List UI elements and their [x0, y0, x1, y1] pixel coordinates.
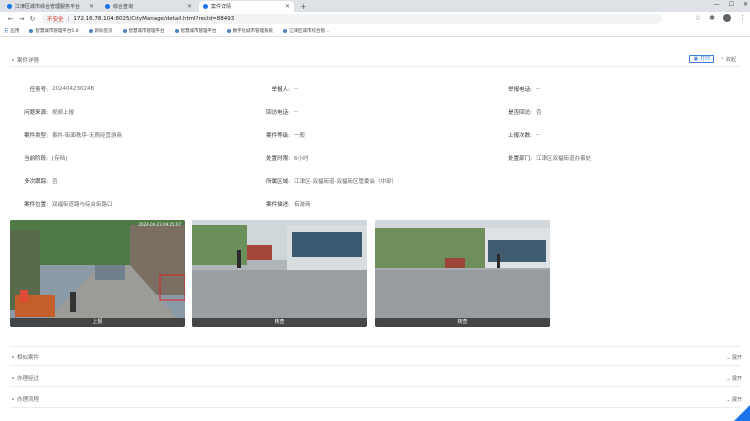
bookmark-favicon-icon [29, 29, 34, 33]
bullet-icon [12, 398, 14, 400]
bookmark-favicon-icon [174, 29, 179, 33]
photo-verify-1[interactable]: 核查 [192, 220, 367, 327]
security-warning[interactable]: 不安全 [47, 15, 64, 23]
street-photo-image [10, 220, 185, 327]
field-is-callback: 是否回访: 否 [508, 110, 542, 116]
bookmark-favicon-icon [122, 29, 127, 33]
expand-button[interactable]: ⌄ 展开 [726, 375, 742, 382]
field-report-count: 上报次数: -- [508, 132, 540, 139]
reload-icon[interactable]: ↻ [27, 15, 38, 23]
bookmarks-bar: ⠿ 应用 智慧城市管理平台5.6 新标签页 智慧城市管理平台 智慧城市管理平台 数… [0, 26, 750, 37]
star-icon[interactable]: ☆ [695, 14, 701, 22]
divider [10, 346, 740, 347]
extensions-icon[interactable]: ✱ [709, 14, 715, 22]
bullet-icon [12, 59, 14, 61]
tab-favicon-icon [7, 4, 12, 9]
bookmark-item[interactable]: 智慧城市管理平台5.6 [29, 28, 79, 34]
detail-actions: ▣ 打印 ⌃ 收起 [689, 55, 736, 63]
new-tab-button[interactable]: + [300, 1, 307, 12]
bookmark-item[interactable]: 新标签页 [88, 28, 113, 34]
tab-favicon-icon [105, 4, 110, 9]
bookmark-favicon-icon [283, 29, 288, 33]
bookmark-favicon-icon [226, 29, 231, 33]
print-button[interactable]: ▣ 打印 [689, 55, 715, 63]
close-icon[interactable]: ✕ [285, 3, 290, 10]
photo-timestamp: 2024-04-23 09:25:07 [138, 222, 181, 227]
browser-actions: ☆ ✱ ⋮ [695, 14, 746, 22]
expand-button[interactable]: ⌄ 展开 [726, 396, 742, 403]
chevron-up-icon: ⌃ [720, 56, 725, 63]
section-handling-process[interactable]: 办理经过 ⌄ 展开 [12, 374, 742, 382]
apps-grid-icon: ⠿ [4, 27, 9, 35]
bullet-icon [12, 356, 14, 358]
field-desc: 案件描述: 有游商 [266, 202, 311, 208]
close-window-icon[interactable]: ✕ [743, 0, 748, 10]
close-icon[interactable]: ✕ [89, 3, 94, 10]
field-reporter: 举报人: -- [271, 86, 298, 93]
section-similar-cases[interactable]: 相似案件 ⌄ 展开 [12, 353, 742, 361]
field-case-type: 案件类型: 事件-街面秩序-无照经营游商 [24, 133, 122, 139]
section-case-detail-header: 案件详情 [12, 56, 39, 64]
photo-caption: 核查 [375, 318, 550, 327]
bookmark-apps[interactable]: ⠿ 应用 [4, 28, 19, 35]
field-source: 问题来源: 视频上报 [24, 110, 75, 116]
tab-favicon-icon [203, 4, 208, 9]
photo-verify-2[interactable]: 核查 [375, 220, 550, 327]
collapse-button[interactable]: ⌃ 收起 [720, 56, 736, 63]
url-input[interactable]: 不安全 | 172.16.78.104:8025/CityManage/deta… [42, 14, 662, 24]
corner-widget-icon[interactable] [734, 405, 750, 421]
tab-title: 江津区城市综合管理服务平台 [15, 4, 81, 10]
bookmark-favicon-icon [88, 29, 93, 33]
divider [10, 386, 740, 387]
profile-avatar-icon[interactable] [723, 14, 731, 22]
browser-tab-query[interactable]: 综合查询 ✕ [101, 1, 196, 12]
field-report-phone: 举报电话: -- [508, 86, 540, 93]
bookmark-item[interactable]: 智慧城市管理平台 [174, 28, 217, 34]
chevron-down-icon: ⌄ [726, 354, 731, 361]
chevron-down-icon: ⌄ [726, 396, 731, 403]
bullet-icon [12, 377, 14, 379]
field-callback-phone: 回访电话: -- [266, 109, 298, 116]
back-icon[interactable]: ← [5, 15, 16, 23]
field-multi-track: 多次跟踪: 否 [24, 179, 58, 185]
minimize-icon[interactable]: — [714, 0, 720, 10]
field-dept: 处置部门: 江津区双福街道办事处 [508, 156, 592, 162]
field-area: 所属区域: 江津区-双福街道-双福街区管委会（中部） [266, 179, 397, 185]
forward-icon[interactable]: → [16, 15, 27, 23]
photo-report[interactable]: 2024-04-23 09:25:07 上报 [10, 220, 185, 327]
close-icon[interactable]: ✕ [187, 3, 192, 10]
tab-title: 案件详情 [211, 4, 232, 10]
expand-button[interactable]: ⌄ 展开 [726, 354, 742, 361]
section-title: 案件详情 [17, 58, 40, 64]
address-bar-row: ← → ↻ 不安全 | 172.16.78.104:8025/CityManag… [0, 12, 750, 26]
photo-caption: 核查 [192, 318, 367, 327]
printer-icon: ▣ [693, 55, 699, 62]
browser-tab-bar: 江津区城市综合管理服务平台 ✕ 综合查询 ✕ 案件详情 ✕ + — ☐ ✕ [0, 0, 750, 12]
photo-caption: 上报 [10, 318, 185, 327]
field-task-no: 任务号: 202404230248 [29, 86, 94, 93]
window-controls: — ☐ ✕ [714, 0, 748, 10]
url-separator: | [67, 16, 70, 22]
divider [10, 66, 740, 67]
browser-tab-detail[interactable]: 案件详情 ✕ [199, 1, 294, 12]
street-photo-image [192, 220, 367, 327]
tab-title: 综合查询 [113, 4, 134, 10]
divider [10, 407, 740, 408]
divider [10, 365, 740, 366]
browser-tab-platform[interactable]: 江津区城市综合管理服务平台 ✕ [3, 1, 98, 12]
section-workflow[interactable]: 办理流程 ⌄ 展开 [12, 395, 742, 403]
field-location: 案件位置: 双福街道路与综合街路口 [24, 202, 113, 208]
field-stage: 当前阶段: [存档] [24, 156, 68, 162]
chevron-down-icon: ⌄ [726, 375, 731, 382]
field-handle-time: 处置时限: 6小时 [266, 156, 309, 162]
menu-icon[interactable]: ⋮ [739, 14, 746, 22]
maximize-icon[interactable]: ☐ [729, 0, 734, 10]
field-case-level: 案件等级: 一般 [266, 133, 306, 139]
street-photo-image [375, 220, 550, 327]
bookmark-item[interactable]: 智慧城市管理平台 [122, 28, 165, 34]
url-text: 172.16.78.104:8025/CityManage/detail.htm… [73, 16, 235, 22]
case-detail-page: 案件详情 ▣ 打印 ⌃ 收起 任务号: 202404230248 举报人: -- 举… [0, 38, 750, 421]
bookmark-item[interactable]: 江津区城市综合管... [283, 28, 329, 34]
bookmark-item[interactable]: 数字化城市管理系统 [226, 28, 273, 34]
